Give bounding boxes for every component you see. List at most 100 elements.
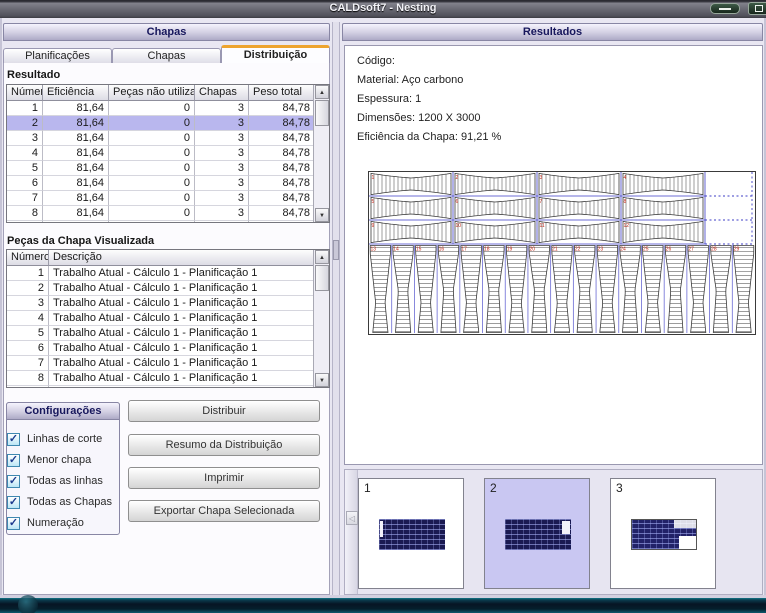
scroll-down-icon[interactable]: ▼ xyxy=(315,208,329,222)
table-row[interactable]: 5Trabalho Atual - Cálculo 1 - Planificaç… xyxy=(7,326,315,341)
cell: 81,64 xyxy=(43,206,109,221)
cell: 84,78 xyxy=(249,176,315,191)
svg-text:12: 12 xyxy=(624,223,630,229)
checkbox-label: Todas as Chapas xyxy=(27,496,112,508)
scroll-up-icon[interactable]: ▲ xyxy=(315,85,329,99)
scrollbar-thumb[interactable] xyxy=(315,100,329,126)
svg-text:10: 10 xyxy=(456,223,462,229)
maximize-icon xyxy=(755,5,763,12)
splitter-handle[interactable] xyxy=(333,240,339,260)
pecas-table[interactable]: NúmeroDescrição1Trabalho Atual - Cálculo… xyxy=(6,249,330,388)
table-row[interactable]: 981,640384,78 xyxy=(7,221,315,223)
resultado-table[interactable]: NúmeroEficiênciaPeças não utilizadasChap… xyxy=(6,84,330,223)
imprimir-button[interactable]: Imprimir xyxy=(128,467,320,489)
table-row[interactable]: 4Trabalho Atual - Cálculo 1 - Planificaç… xyxy=(7,311,315,326)
svg-text:16: 16 xyxy=(439,247,445,253)
column-header-descricao[interactable]: Descrição xyxy=(49,250,315,266)
cell: Trabalho Atual - Cálculo 1 - Planificaçã… xyxy=(49,326,315,341)
column-header-pecas-nao-utilizadas[interactable]: Peças não utilizadas xyxy=(109,85,195,101)
checkbox-numeracao[interactable]: ✓Numeração xyxy=(7,516,84,530)
svg-text:21: 21 xyxy=(552,247,558,253)
column-header-numero[interactable]: Número xyxy=(7,250,49,266)
window-title: CALDsoft7 - Nesting xyxy=(0,2,766,14)
checkbox-icon[interactable]: ✓ xyxy=(7,517,20,530)
scroll-down-icon[interactable]: ▼ xyxy=(315,373,329,387)
cell: 0 xyxy=(109,206,195,221)
table-row[interactable]: 7Trabalho Atual - Cálculo 1 - Planificaç… xyxy=(7,356,315,371)
checkbox-icon[interactable]: ✓ xyxy=(7,454,20,467)
column-header-chapas[interactable]: Chapas xyxy=(195,85,249,101)
minimize-button[interactable] xyxy=(710,3,740,14)
panel-splitter[interactable] xyxy=(332,22,340,595)
thumbnail-scroll-left-button[interactable]: ◁ xyxy=(346,511,358,525)
table-row[interactable]: 481,640384,78 xyxy=(7,146,315,161)
nesting-drawing: 1234567891011121314151617181920212223242… xyxy=(368,171,756,335)
cell: 3 xyxy=(195,191,249,206)
cell: 0 xyxy=(109,221,195,223)
right-panel-header: Resultados xyxy=(342,23,763,41)
pecas-scrollbar[interactable]: ▲ ▼ xyxy=(313,250,329,387)
table-row[interactable]: 781,640384,78 xyxy=(7,191,315,206)
info-material: Material: Aço carbono xyxy=(357,71,463,90)
resultado-scrollbar[interactable]: ▲ ▼ xyxy=(313,85,329,222)
titlebar[interactable]: CALDsoft7 - Nesting xyxy=(0,0,766,18)
tab-planificacoes[interactable]: Planificações xyxy=(3,48,112,64)
checkbox-icon[interactable]: ✓ xyxy=(7,433,20,446)
checkbox-todas-as-linhas[interactable]: ✓Todas as linhas xyxy=(7,474,103,488)
table-row[interactable]: 681,640384,78 xyxy=(7,176,315,191)
info-eficiencia: Eficiência da Chapa: 91,21 % xyxy=(357,128,501,147)
tab-chapas[interactable]: Chapas xyxy=(112,48,221,64)
table-row[interactable]: 3Trabalho Atual - Cálculo 1 - Planificaç… xyxy=(7,296,315,311)
checkbox-label: Menor chapa xyxy=(27,454,91,466)
thumbnail-2[interactable]: 2 xyxy=(484,478,590,589)
resumo-da-distribuicao-button[interactable]: Resumo da Distribuição xyxy=(128,434,320,456)
thumbnail-number: 3 xyxy=(616,481,623,495)
checkbox-menor-chapa[interactable]: ✓ Menor chapa xyxy=(7,453,91,467)
cell: 3 xyxy=(195,146,249,161)
column-header-peso-total[interactable]: Peso total xyxy=(249,85,315,101)
checkbox-label: Linhas de corte xyxy=(27,433,102,445)
distribuir-button[interactable]: Distribuir xyxy=(128,400,320,422)
cell: 6 xyxy=(7,176,43,191)
svg-text:2: 2 xyxy=(456,175,459,181)
cell: 81,64 xyxy=(43,101,109,116)
table-row[interactable]: 1Trabalho Atual - Cálculo 1 - Planificaç… xyxy=(7,266,315,281)
cell: 3 xyxy=(195,206,249,221)
table-row[interactable]: 281,640384,78 xyxy=(7,116,315,131)
thumbnail-3[interactable]: 3 xyxy=(610,478,716,589)
svg-text:8: 8 xyxy=(624,199,627,205)
table-row[interactable]: 2Trabalho Atual - Cálculo 1 - Planificaç… xyxy=(7,281,315,296)
checkbox-todas-as-chapas[interactable]: ✓ Todas as Chapas xyxy=(7,495,112,509)
cell: 81,64 xyxy=(43,191,109,206)
exportar-chapa-selecionada-button[interactable]: Exportar Chapa Selecionada xyxy=(128,500,320,522)
table-row[interactable]: 381,640384,78 xyxy=(7,131,315,146)
table-row[interactable]: 6Trabalho Atual - Cálculo 1 - Planificaç… xyxy=(7,341,315,356)
checkbox-icon[interactable]: ✓ xyxy=(7,475,20,488)
scroll-up-icon[interactable]: ▲ xyxy=(315,250,329,264)
cell: Trabalho Atual - Cálculo 1 - Planificaçã… xyxy=(49,356,315,371)
cell: Trabalho Atual - Cálculo 1 - Planificaçã… xyxy=(49,281,315,296)
svg-text:13: 13 xyxy=(371,247,377,253)
maximize-button[interactable] xyxy=(748,2,766,15)
cell: Trabalho Atual - Cálculo 1 - Planificaçã… xyxy=(49,371,315,386)
checkbox-icon[interactable]: ✓ xyxy=(7,496,20,509)
table-row[interactable]: 181,640384,78 xyxy=(7,101,315,116)
cell: Trabalho Atual - Cálculo 1 - Planificaçã… xyxy=(49,341,315,356)
table-row[interactable]: 9Trabalho Atual - Cálculo 1 - Planificaç… xyxy=(7,386,315,388)
column-header-numero[interactable]: Número xyxy=(7,85,43,101)
tab-distribuicao[interactable]: Distribuição xyxy=(221,45,330,64)
svg-text:5: 5 xyxy=(372,199,375,205)
table-row[interactable]: 8Trabalho Atual - Cálculo 1 - Planificaç… xyxy=(7,371,315,386)
checkbox-linhas-de-corte[interactable]: ✓ Linhas de corte xyxy=(7,432,102,446)
taskbar[interactable] xyxy=(0,598,766,613)
cell: 2 xyxy=(7,116,43,131)
table-row[interactable]: 581,640384,78 xyxy=(7,161,315,176)
cell: 84,78 xyxy=(249,131,315,146)
thumbnail-1[interactable]: 1 xyxy=(358,478,464,589)
scrollbar-thumb[interactable] xyxy=(315,265,329,291)
resultado-label: Resultado xyxy=(7,69,60,81)
column-header-eficiencia[interactable]: Eficiência xyxy=(43,85,109,101)
table-row[interactable]: 881,640384,78 xyxy=(7,206,315,221)
cell: 6 xyxy=(7,341,49,356)
thumbnail-number: 2 xyxy=(490,481,497,495)
